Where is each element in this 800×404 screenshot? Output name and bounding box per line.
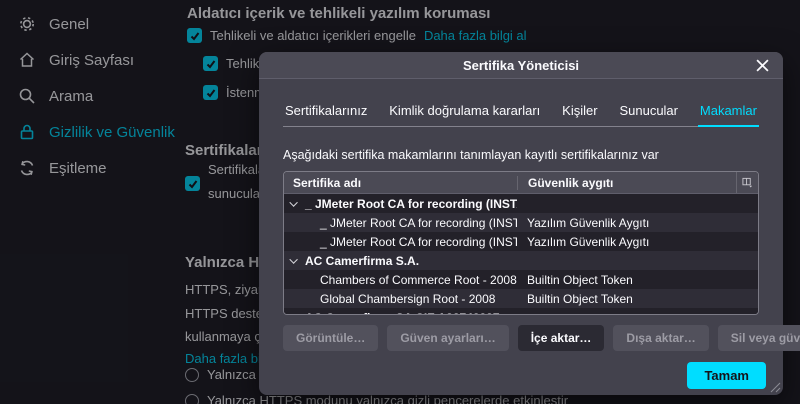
certificate-manager-dialog: Sertifika Yöneticisi Sertifikalarınız Ki… bbox=[259, 52, 800, 395]
import-button[interactable]: İçe aktar… bbox=[517, 325, 605, 351]
chevron-down-icon[interactable] bbox=[289, 311, 298, 314]
authorities-description: Aşağıdaki sertifika makamlarını tanımlay… bbox=[283, 148, 659, 162]
table-row[interactable]: Chambers of Commerce Root - 2008 Builtin… bbox=[284, 270, 758, 289]
tab-authentication-decisions[interactable]: Kimlik doğrulama kararları bbox=[387, 103, 542, 126]
view-button[interactable]: Görüntüle… bbox=[283, 325, 379, 351]
action-buttons-row: Görüntüle… Güven ayarları… İçe aktar… Dı… bbox=[283, 325, 800, 351]
tab-servers[interactable]: Sunucular bbox=[617, 103, 680, 126]
certificates-table: Sertifika adı Güvenlik aygıtı _ JMeter R… bbox=[283, 171, 759, 315]
close-icon[interactable] bbox=[754, 57, 771, 74]
delete-or-distrust-button[interactable]: Sil veya güvenme… bbox=[717, 325, 800, 351]
tab-authorities[interactable]: Makamlar bbox=[697, 103, 759, 127]
table-row[interactable]: Global Chambersign Root - 2008 Builtin O… bbox=[284, 289, 758, 308]
chevron-down-icon[interactable] bbox=[289, 197, 298, 207]
dialog-body: Sertifikalarınız Kimlik doğrulama kararl… bbox=[259, 101, 800, 404]
table-row[interactable]: _ JMeter Root CA for recording (INSTALL … bbox=[284, 194, 758, 213]
table-row[interactable]: _ JMeter Root CA for recording (INSTALL … bbox=[284, 232, 758, 251]
export-button[interactable]: Dışa aktar… bbox=[613, 325, 709, 351]
column-picker-icon[interactable] bbox=[736, 172, 758, 193]
tab-people[interactable]: Kişiler bbox=[560, 103, 599, 126]
dialog-title: Sertifika Yöneticisi bbox=[462, 57, 580, 73]
table-row[interactable]: AC Camerfirma S.A. bbox=[284, 251, 758, 270]
table-row[interactable]: _ JMeter Root CA for recording (INSTALL … bbox=[284, 213, 758, 232]
tab-your-certificates[interactable]: Sertifikalarınız bbox=[283, 103, 369, 126]
ok-button[interactable]: Tamam bbox=[687, 362, 766, 389]
firefox-preferences-page: Genel Giriş Sayfası Arama Gizlilik ve Gü… bbox=[0, 0, 800, 404]
trust-settings-button[interactable]: Güven ayarları… bbox=[387, 325, 509, 351]
certificate-tabs: Sertifikalarınız Kimlik doğrulama kararl… bbox=[283, 101, 759, 127]
table-body: _ JMeter Root CA for recording (INSTALL … bbox=[284, 194, 758, 314]
dialog-header: Sertifika Yöneticisi bbox=[259, 52, 783, 79]
column-header-certificate-name[interactable]: Sertifika adı bbox=[284, 176, 517, 190]
resize-grip-icon[interactable] bbox=[769, 381, 781, 393]
table-header-row: Sertifika adı Güvenlik aygıtı bbox=[284, 172, 758, 194]
table-row[interactable]: AC Camerfirma SA CIF A82743287 bbox=[284, 308, 758, 314]
chevron-down-icon[interactable] bbox=[289, 254, 298, 264]
column-header-security-device[interactable]: Güvenlik aygıtı bbox=[517, 175, 736, 190]
